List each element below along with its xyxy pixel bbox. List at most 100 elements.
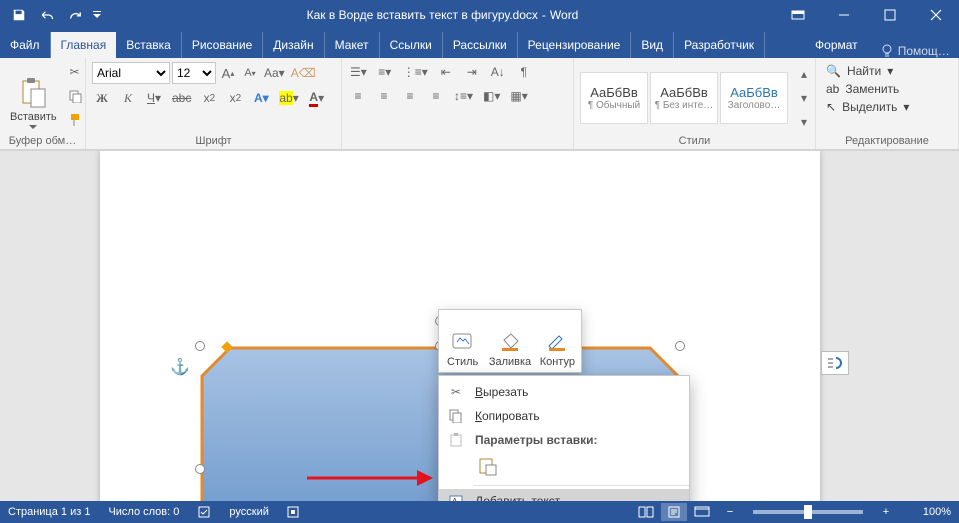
borders-icon[interactable]: ▦▾ bbox=[508, 86, 529, 106]
style-nospacing[interactable]: АаБбВв ¶ Без инте… bbox=[650, 72, 718, 124]
save-icon[interactable] bbox=[6, 3, 32, 27]
view-read-icon[interactable] bbox=[633, 503, 659, 521]
styles-scroll-down-icon[interactable]: ▾ bbox=[794, 88, 814, 108]
group-styles: АаБбВв ¶ Обычный АаБбВв ¶ Без инте… АаБб… bbox=[574, 58, 816, 149]
document-area[interactable]: ⚓ Стиль Заливка bbox=[0, 150, 959, 505]
tab-design[interactable]: Дизайн bbox=[263, 32, 324, 58]
align-left-icon[interactable]: ≡ bbox=[348, 86, 368, 106]
ctx-cut[interactable]: ✂Вырезать bbox=[439, 380, 689, 404]
paste-button[interactable]: Вставить bbox=[6, 62, 61, 132]
subscript-icon[interactable]: x2 bbox=[199, 88, 219, 108]
style-heading1[interactable]: АаБбВв Заголово… bbox=[720, 72, 788, 124]
status-words[interactable]: Число слов: 0 bbox=[108, 506, 179, 518]
group-editing: 🔍Найти ▾ abЗаменить ↖Выделить ▾ Редактир… bbox=[816, 58, 959, 149]
tab-file[interactable]: Файл bbox=[0, 32, 51, 58]
tab-view[interactable]: Вид bbox=[631, 32, 674, 58]
tab-draw[interactable]: Рисование bbox=[182, 32, 263, 58]
align-center-icon[interactable]: ≡ bbox=[374, 86, 394, 106]
font-color-icon[interactable]: A▾ bbox=[307, 88, 327, 108]
bold-icon[interactable]: Ж bbox=[92, 88, 112, 108]
grow-font-icon[interactable]: A▴ bbox=[218, 63, 238, 83]
status-bar: Страница 1 из 1 Число слов: 0 русский − … bbox=[0, 501, 959, 523]
strike-icon[interactable]: abc bbox=[170, 88, 193, 108]
justify-icon[interactable]: ≡ bbox=[426, 86, 446, 106]
zoom-slider[interactable] bbox=[753, 510, 863, 514]
tab-review[interactable]: Рецензирование bbox=[518, 32, 632, 58]
view-web-icon[interactable] bbox=[689, 503, 715, 521]
clear-format-icon[interactable]: A⌫ bbox=[289, 63, 318, 83]
zoom-level[interactable]: 100% bbox=[901, 506, 951, 518]
status-page[interactable]: Страница 1 из 1 bbox=[8, 506, 90, 518]
maximize-icon[interactable] bbox=[867, 0, 913, 30]
cut-icon[interactable]: ✂ bbox=[65, 62, 85, 82]
highlight-icon[interactable]: ab▾ bbox=[277, 88, 300, 108]
italic-icon[interactable]: К bbox=[118, 88, 138, 108]
paste-option-button[interactable] bbox=[475, 454, 501, 480]
select-button[interactable]: ↖Выделить ▾ bbox=[826, 100, 909, 114]
bullets-icon[interactable]: ☰▾ bbox=[348, 62, 369, 82]
doc-title: Как в Ворде вставить текст в фигуру.docx bbox=[307, 8, 538, 22]
change-case-icon[interactable]: Aa▾ bbox=[262, 63, 287, 83]
paste-icon bbox=[19, 77, 47, 109]
shrink-font-icon[interactable]: A▾ bbox=[240, 63, 260, 83]
pen-icon bbox=[545, 332, 569, 352]
replace-button[interactable]: abЗаменить bbox=[826, 82, 909, 96]
view-print-icon[interactable] bbox=[661, 503, 687, 521]
line-spacing-icon[interactable]: ↕≡▾ bbox=[452, 86, 475, 106]
resize-handle-nw[interactable] bbox=[195, 341, 205, 351]
app-name: Word bbox=[550, 8, 578, 22]
align-right-icon[interactable]: ≡ bbox=[400, 86, 420, 106]
tell-me[interactable]: Помощ… bbox=[868, 44, 959, 58]
tab-mailings[interactable]: Рассылки bbox=[443, 32, 518, 58]
redo-icon[interactable] bbox=[62, 3, 88, 27]
text-effects-icon[interactable]: A▾ bbox=[251, 88, 271, 108]
resize-handle-w[interactable] bbox=[195, 464, 205, 474]
search-icon: 🔍 bbox=[826, 64, 841, 78]
qat-customize-icon[interactable] bbox=[90, 3, 104, 27]
numbering-icon[interactable]: ≡▾ bbox=[375, 62, 395, 82]
resize-handle-ne[interactable] bbox=[675, 341, 685, 351]
multilevel-icon[interactable]: ⋮≡▾ bbox=[401, 62, 430, 82]
font-name-select[interactable]: Arial bbox=[92, 62, 170, 84]
mini-outline-button[interactable]: Контур bbox=[534, 310, 581, 372]
tab-format[interactable]: Формат bbox=[805, 32, 868, 58]
mini-toolbar: Стиль Заливка Контур bbox=[438, 309, 582, 373]
font-size-select[interactable]: 12 bbox=[172, 62, 216, 84]
layout-options-button[interactable] bbox=[821, 351, 849, 375]
chevron-down-icon bbox=[29, 125, 37, 130]
tab-home[interactable]: Главная bbox=[51, 32, 117, 58]
styles-scroll-up-icon[interactable]: ▴ bbox=[794, 64, 814, 84]
close-icon[interactable] bbox=[913, 0, 959, 30]
tab-references[interactable]: Ссылки bbox=[380, 32, 443, 58]
minimize-icon[interactable] bbox=[821, 0, 867, 30]
outdent-icon[interactable]: ⇤ bbox=[436, 62, 456, 82]
copy-icon[interactable] bbox=[65, 86, 85, 106]
format-painter-icon[interactable] bbox=[65, 110, 85, 130]
zoom-out-icon[interactable]: − bbox=[717, 503, 743, 521]
mini-fill-button[interactable]: Заливка bbox=[486, 310, 533, 372]
underline-icon[interactable]: Ч▾ bbox=[144, 88, 164, 108]
status-macro-icon[interactable] bbox=[287, 506, 299, 518]
status-proofing-icon[interactable] bbox=[197, 505, 211, 519]
window-controls bbox=[775, 0, 959, 30]
group-paragraph: ☰▾ ≡▾ ⋮≡▾ ⇤ ⇥ A↓ ¶ ≡ ≡ ≡ ≡ ↕≡▾ ◧▾ ▦▾ bbox=[342, 58, 574, 149]
shading-icon[interactable]: ◧▾ bbox=[481, 86, 502, 106]
undo-icon[interactable] bbox=[34, 3, 60, 27]
zoom-in-icon[interactable]: + bbox=[873, 503, 899, 521]
ribbon-display-icon[interactable] bbox=[775, 0, 821, 30]
ribbon-tabs: Файл Главная Вставка Рисование Дизайн Ма… bbox=[0, 30, 959, 58]
indent-icon[interactable]: ⇥ bbox=[462, 62, 482, 82]
sort-icon[interactable]: A↓ bbox=[488, 62, 508, 82]
status-language[interactable]: русский bbox=[229, 506, 268, 518]
ctx-copy[interactable]: Копировать bbox=[439, 404, 689, 428]
styles-more-icon[interactable]: ▾ bbox=[794, 112, 814, 132]
show-marks-icon[interactable]: ¶ bbox=[514, 62, 534, 82]
style-normal[interactable]: АаБбВв ¶ Обычный bbox=[580, 72, 648, 124]
superscript-icon[interactable]: x2 bbox=[225, 88, 245, 108]
find-button[interactable]: 🔍Найти ▾ bbox=[826, 64, 909, 78]
tab-layout[interactable]: Макет bbox=[325, 32, 380, 58]
tab-developer[interactable]: Разработчик bbox=[674, 32, 765, 58]
tab-insert[interactable]: Вставка bbox=[116, 32, 182, 58]
ribbon: Вставить ✂ Буфер обм… Arial 12 A▴ A▾ Aa▾… bbox=[0, 58, 959, 150]
mini-style-button[interactable]: Стиль bbox=[439, 310, 486, 372]
